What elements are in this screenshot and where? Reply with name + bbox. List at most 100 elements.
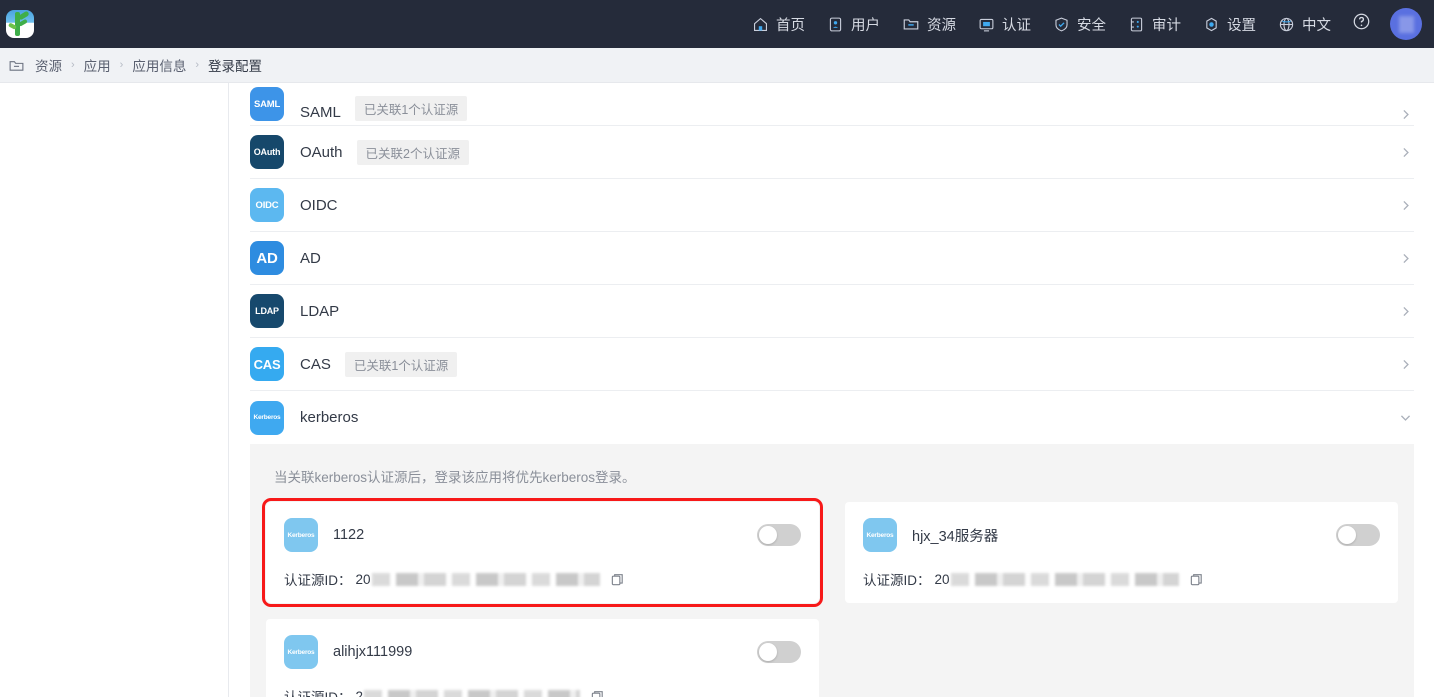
breadcrumb-separator-3: › — [195, 59, 200, 71]
auth-source-card-grid: Kerberos 1122 认证源ID： 20 Kerberos hjx_34服… — [262, 498, 1398, 697]
auth-source-id-label: 认证源ID： — [284, 686, 352, 697]
breadcrumb-item-applications[interactable]: 应用 — [84, 55, 111, 75]
cas-badge-icon: CAS — [250, 347, 284, 381]
card-footer: 认证源ID： 20 — [284, 569, 801, 589]
nav-item-users[interactable]: 用户 — [816, 0, 891, 48]
nav-item-home[interactable]: 首页 — [741, 0, 816, 48]
nav-item-audit[interactable]: 审计 — [1117, 0, 1192, 48]
copy-icon[interactable] — [610, 572, 625, 587]
auth-source-toggle[interactable] — [757, 524, 801, 546]
breadcrumb-item-app-info[interactable]: 应用信息 — [132, 55, 186, 75]
card-footer: 认证源ID： 20 — [863, 569, 1380, 589]
protocol-row-ad[interactable]: AD AD — [250, 232, 1414, 285]
chevron-right-icon[interactable] — [1399, 252, 1414, 265]
toggle-knob — [759, 643, 777, 661]
kerberos-badge-icon: Kerberos — [250, 400, 284, 435]
nav-label-audit: 审计 — [1152, 17, 1181, 34]
card-header: Kerberos alihjx111999 — [284, 635, 801, 669]
auth-source-toggle[interactable] — [757, 641, 801, 663]
nav-item-security[interactable]: 安全 — [1042, 0, 1117, 48]
nav-label-authentication: 认证 — [1002, 17, 1031, 34]
login-config-content: SAML SAML 已关联1个认证源 OAuth OAuth 已关联2个认证源 … — [230, 83, 1434, 697]
nav-label-settings: 设置 — [1227, 17, 1256, 34]
breadcrumb-separator-1: › — [71, 59, 75, 71]
nav-item-settings[interactable]: 设置 — [1192, 0, 1267, 48]
chevron-right-icon[interactable] — [1399, 199, 1414, 212]
ldap-badge-icon: LDAP — [250, 294, 284, 328]
protocol-row-oauth[interactable]: OAuth OAuth 已关联2个认证源 — [250, 126, 1414, 179]
protocol-name-ad: AD — [300, 249, 321, 267]
auth-source-id-prefix: 2 — [355, 688, 364, 697]
toggle-knob — [759, 526, 777, 544]
auth-source-card-alihjx111999[interactable]: Kerberos alihjx111999 认证源ID： 2 — [266, 619, 819, 697]
oidc-badge-icon: OIDC — [250, 188, 284, 222]
app-logo[interactable] — [6, 10, 34, 38]
chevron-right-icon[interactable] — [1399, 108, 1414, 121]
monitor-icon — [978, 16, 995, 33]
kerberos-panel-hint: 当关联kerberos认证源后，登录该应用将优先kerberos登录。 — [274, 470, 636, 485]
toggle-knob — [1338, 526, 1356, 544]
protocol-row-ldap[interactable]: LDAP LDAP — [250, 285, 1414, 338]
auth-source-id-prefix: 20 — [934, 571, 950, 587]
auth-source-id-value: 2 — [356, 689, 581, 697]
saml-badge-icon: SAML — [250, 87, 284, 121]
audit-book-icon — [1128, 16, 1145, 33]
protocol-name-oauth: OAuth — [300, 143, 343, 161]
protocol-name-oidc: OIDC — [300, 196, 338, 214]
help-button[interactable] — [1342, 0, 1380, 48]
gear-icon — [1203, 16, 1220, 33]
ad-badge-icon: AD — [250, 241, 284, 275]
kerberos-badge-icon: Kerberos — [863, 518, 897, 552]
breadcrumb-item-login-config: 登录配置 — [208, 59, 263, 74]
shield-icon — [1053, 16, 1070, 33]
nav-item-language[interactable]: 中文 — [1267, 0, 1342, 48]
nav-label-security: 安全 — [1077, 17, 1106, 34]
breadcrumb-folder-icon — [8, 57, 25, 74]
kerberos-expanded-panel: 当关联kerberos认证源后，登录该应用将优先kerberos登录。 Kerb… — [250, 444, 1414, 697]
folder-icon — [902, 15, 920, 33]
kerberos-badge-icon: Kerberos — [284, 635, 318, 669]
protocol-row-saml[interactable]: SAML SAML 已关联1个认证源 — [250, 83, 1414, 126]
auth-source-id-value: 20 — [356, 572, 600, 587]
breadcrumb-item-resources[interactable]: 资源 — [35, 55, 62, 75]
auth-source-title: hjx_34服务器 — [912, 528, 999, 545]
protocol-name-saml: SAML — [300, 104, 341, 121]
nav-label-users: 用户 — [851, 17, 880, 34]
copy-icon[interactable] — [1189, 572, 1204, 587]
nav-item-authentication[interactable]: 认证 — [967, 0, 1042, 48]
chevron-down-icon[interactable] — [1399, 411, 1414, 424]
protocol-tag-oauth: 已关联2个认证源 — [356, 139, 469, 165]
protocol-tag-cas: 已关联1个认证源 — [344, 351, 458, 377]
chevron-right-icon[interactable] — [1399, 146, 1414, 159]
chevron-right-icon[interactable] — [1399, 358, 1414, 371]
protocol-tag-saml: 已关联1个认证源 — [354, 96, 468, 121]
question-circle-icon — [1352, 12, 1371, 36]
auth-source-id-prefix: 20 — [355, 571, 371, 587]
auth-source-card-1122[interactable]: Kerberos 1122 认证源ID： 20 — [262, 498, 823, 607]
top-navigation-bar: 首页 用户 资源 认证 安全 审计 设置 中文 — [0, 0, 1434, 48]
auth-source-toggle[interactable] — [1336, 524, 1380, 546]
protocol-row-cas[interactable]: CAS CAS 已关联1个认证源 — [250, 338, 1414, 391]
user-avatar[interactable] — [1390, 8, 1422, 40]
nav-label-resources: 资源 — [927, 17, 956, 34]
auth-source-id-label: 认证源ID： — [863, 573, 931, 588]
left-sidebar — [0, 83, 229, 697]
nav-item-resources[interactable]: 资源 — [891, 0, 967, 48]
protocol-row-oidc[interactable]: OIDC OIDC — [250, 179, 1414, 232]
protocol-list: SAML SAML 已关联1个认证源 OAuth OAuth 已关联2个认证源 … — [230, 83, 1434, 444]
protocol-row-kerberos[interactable]: Kerberos kerberos — [250, 391, 1414, 444]
nav-label-language: 中文 — [1302, 17, 1331, 34]
auth-source-id-redacted — [364, 689, 581, 697]
auth-source-id-value: 20 — [935, 572, 1179, 587]
protocol-name-kerberos: kerberos — [300, 409, 359, 426]
breadcrumb-separator-2: › — [119, 59, 124, 71]
copy-icon[interactable] — [590, 689, 605, 697]
auth-source-title: alihjx111999 — [333, 644, 413, 660]
auth-source-title: 1122 — [333, 527, 365, 543]
oauth-badge-icon: OAuth — [250, 135, 284, 169]
protocol-name-ldap: LDAP — [300, 302, 340, 320]
chevron-right-icon[interactable] — [1399, 305, 1414, 318]
auth-source-card-hjx-34[interactable]: Kerberos hjx_34服务器 认证源ID： 20 — [845, 502, 1398, 603]
card-header: Kerberos 1122 — [284, 518, 801, 552]
auth-source-id-redacted — [950, 572, 1179, 586]
